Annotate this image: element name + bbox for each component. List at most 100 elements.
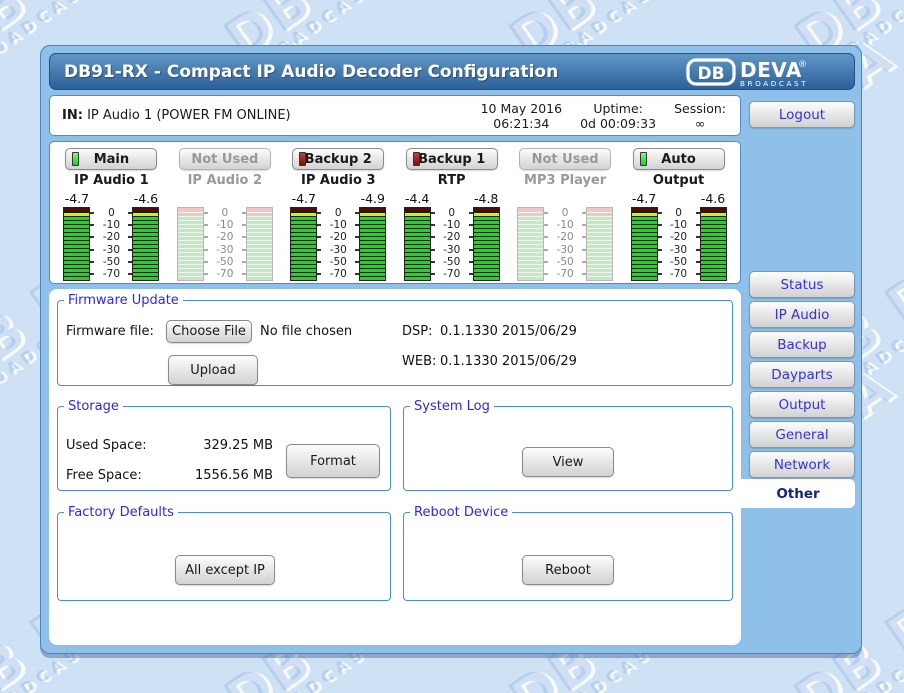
scale-tick: -20 — [544, 232, 586, 242]
channel-name: Output — [653, 173, 704, 190]
scale-tick: 0 — [658, 208, 700, 218]
content-panel: Firmware Update Firmware file: Choose Fi… — [49, 289, 741, 645]
meter-segment — [518, 249, 543, 252]
level-meter-bar — [700, 207, 727, 281]
channel-mode-button[interactable]: Not Used — [179, 148, 271, 170]
channel-mode-button[interactable]: Main — [65, 148, 157, 170]
sidebar-item-general[interactable]: General — [749, 421, 855, 448]
meter-segment — [247, 265, 272, 268]
right-meter-column: -4.8 — [473, 191, 500, 281]
meter-channel: MainIP Audio 1-4.70-10-20-30-50-70-4.6 — [59, 148, 163, 283]
tick-label: -20 — [557, 232, 574, 242]
meter-segment — [518, 221, 543, 224]
tick-mark — [431, 236, 435, 238]
tick-label: -30 — [216, 245, 233, 255]
channel-mode-button[interactable]: Not Used — [519, 148, 611, 170]
meter-segment — [587, 253, 612, 256]
meter-segment — [474, 233, 499, 236]
scale-tick: -30 — [317, 245, 359, 255]
meter-scale: 0-10-20-30-50-70 — [90, 207, 132, 281]
scale-tick: -70 — [544, 269, 586, 279]
meter-segment — [360, 273, 385, 276]
meter-segment — [587, 273, 612, 276]
meter-segment — [64, 213, 89, 216]
meter-segment — [291, 237, 316, 240]
meter-segment — [632, 213, 657, 216]
meter-segment — [405, 233, 430, 236]
meter-segment — [518, 233, 543, 236]
sidebar-item-output[interactable]: Output — [749, 391, 855, 418]
tick-label: 0 — [448, 208, 455, 218]
tick-mark — [317, 224, 321, 226]
meter-segment — [64, 245, 89, 248]
meter-segment — [360, 269, 385, 272]
meter-segment — [360, 217, 385, 220]
tick-label: -50 — [103, 257, 120, 267]
meter-segment — [133, 273, 158, 276]
meter-segment — [133, 269, 158, 272]
reboot-device-legend: Reboot Device — [410, 505, 512, 520]
meter-segment — [133, 265, 158, 268]
meter-segment — [247, 237, 272, 240]
datetime-display: 10 May 2016 06:21:34 — [481, 101, 563, 131]
tick-mark — [544, 212, 548, 214]
meter-segment — [632, 249, 657, 252]
channel-mode-button[interactable]: Backup 2 — [292, 148, 384, 170]
meter-segment — [474, 265, 499, 268]
meter-segment — [474, 277, 499, 280]
meter-segment — [474, 213, 499, 216]
meter-segment — [518, 245, 543, 248]
meter-segment — [701, 277, 726, 280]
sidebar-item-other[interactable]: Other — [741, 479, 855, 508]
view-log-button[interactable]: View — [522, 447, 614, 477]
reboot-button[interactable]: Reboot — [522, 555, 614, 585]
tick-label: -20 — [443, 232, 460, 242]
meter-segment — [632, 233, 657, 236]
meter-segment — [474, 237, 499, 240]
input-label: IN: — [62, 108, 83, 123]
meter-segment — [247, 253, 272, 256]
tick-mark — [544, 224, 548, 226]
logout-button[interactable]: Logout — [749, 101, 855, 128]
sidebar-item-backup[interactable]: Backup — [749, 331, 855, 358]
tick-mark — [317, 236, 321, 238]
meter-segment — [587, 245, 612, 248]
meter-segment — [64, 265, 89, 268]
tick-label: -50 — [670, 257, 687, 267]
sidebar-item-network[interactable]: Network — [749, 451, 855, 478]
channel-mode-label: Not Used — [532, 152, 599, 167]
meter-segment — [64, 208, 89, 212]
meter-segment — [587, 257, 612, 260]
sidebar-item-ip-audio[interactable]: IP Audio — [749, 301, 855, 328]
choose-file-button[interactable]: Choose File — [166, 320, 252, 343]
web-version-label: WEB: — [402, 354, 436, 369]
scale-tick: 0 — [90, 208, 132, 218]
format-button[interactable]: Format — [286, 444, 380, 478]
scale-tick: 0 — [544, 208, 586, 218]
meter-segment — [178, 241, 203, 244]
meter-pair: -4.40-10-20-30-50-70-4.8 — [404, 191, 500, 281]
free-space-label: Free Space: — [66, 468, 142, 483]
sidebar-item-dayparts[interactable]: Dayparts — [749, 361, 855, 388]
factory-defaults-legend: Factory Defaults — [64, 505, 178, 520]
uptime-value: 0d 00:09:33 — [580, 116, 656, 131]
tick-mark — [204, 273, 208, 275]
channel-mode-button[interactable]: Auto — [633, 148, 725, 170]
channel-name: IP Audio 2 — [188, 173, 262, 190]
meter-segment — [247, 269, 272, 272]
upload-button[interactable]: Upload — [168, 355, 258, 385]
right-db-value: -4.8 — [474, 191, 498, 207]
meter-segment — [632, 265, 657, 268]
sidebar-item-status[interactable]: Status — [749, 271, 855, 298]
tick-label: -20 — [670, 232, 687, 242]
meter-segment — [178, 237, 203, 240]
factory-defaults-button[interactable]: All except IP — [175, 555, 275, 585]
scale-tick: 0 — [431, 208, 473, 218]
tick-mark — [658, 249, 662, 251]
input-value: IP Audio 1 (POWER FM ONLINE) — [87, 108, 291, 123]
channel-mode-button[interactable]: Backup 1 — [406, 148, 498, 170]
meter-scale: 0-10-20-30-50-70 — [544, 207, 586, 281]
meter-segment — [178, 253, 203, 256]
level-meter-bar — [631, 207, 658, 281]
channel-led-green — [640, 152, 647, 166]
